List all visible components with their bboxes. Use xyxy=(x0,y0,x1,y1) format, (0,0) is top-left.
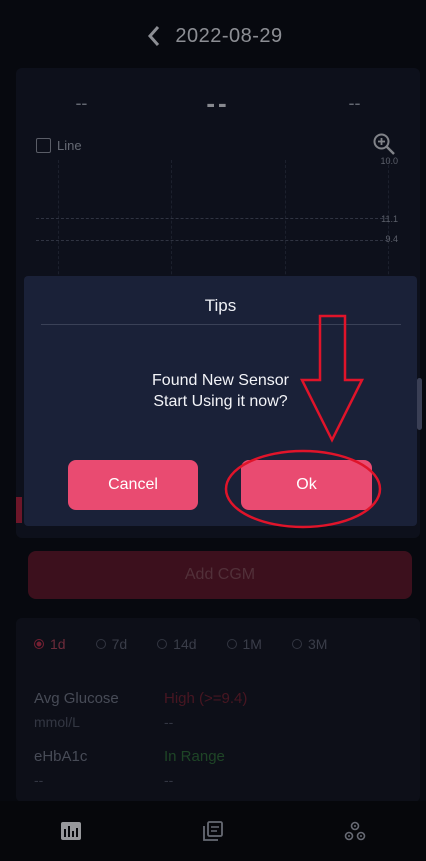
message-line-2: Start Using it now? xyxy=(153,393,288,410)
ok-button[interactable]: Ok xyxy=(241,460,372,510)
tips-dialog: Tips Found New Sensor Start Using it now… xyxy=(24,276,417,526)
dialog-divider xyxy=(41,324,401,325)
scrollbar-thumb[interactable] xyxy=(417,378,422,430)
cancel-button[interactable]: Cancel xyxy=(68,460,198,510)
dialog-title: Tips xyxy=(204,296,237,315)
message-line-1: Found New Sensor xyxy=(152,372,289,389)
dialog-message: Found New Sensor Start Using it now? xyxy=(24,370,417,412)
